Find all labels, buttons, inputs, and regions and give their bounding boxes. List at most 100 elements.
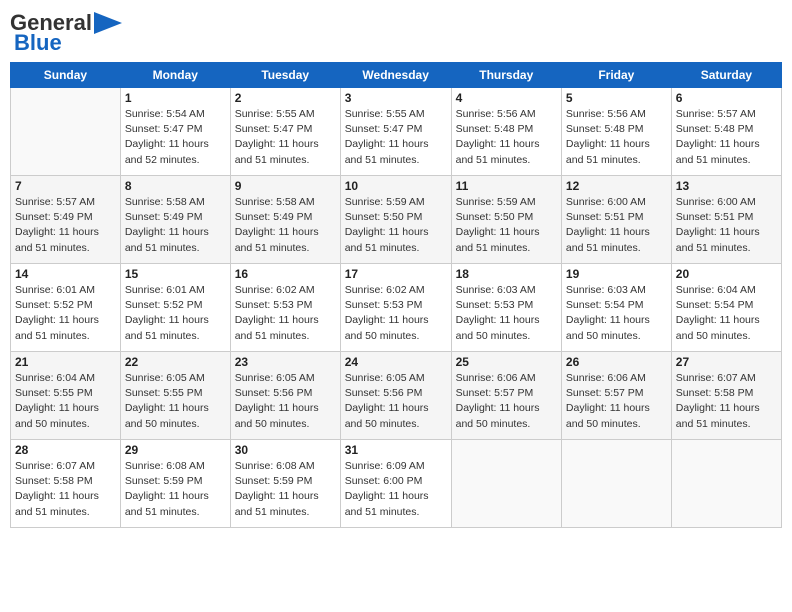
day-number: 5 (566, 91, 667, 105)
calendar-day-cell (671, 440, 781, 528)
logo-arrow-icon (94, 12, 122, 34)
day-info: Sunrise: 5:58 AM Sunset: 5:49 PM Dayligh… (125, 195, 226, 256)
day-info: Sunrise: 5:58 AM Sunset: 5:49 PM Dayligh… (235, 195, 336, 256)
day-info: Sunrise: 5:55 AM Sunset: 5:47 PM Dayligh… (345, 107, 447, 168)
calendar-day-cell: 24 Sunrise: 6:05 AM Sunset: 5:56 PM Dayli… (340, 352, 451, 440)
day-number: 3 (345, 91, 447, 105)
day-number: 11 (456, 179, 557, 193)
calendar-header-saturday: Saturday (671, 63, 781, 88)
calendar-day-cell: 20 Sunrise: 6:04 AM Sunset: 5:54 PM Dayli… (671, 264, 781, 352)
day-number: 25 (456, 355, 557, 369)
calendar-week-row: 1Sunrise: 5:54 AM Sunset: 5:47 PM Daylig… (11, 88, 782, 176)
day-info: Sunrise: 6:03 AM Sunset: 5:53 PM Dayligh… (456, 283, 557, 344)
calendar-day-cell: 21Sunrise: 6:04 AM Sunset: 5:55 PM Dayli… (11, 352, 121, 440)
day-info: Sunrise: 6:05 AM Sunset: 5:55 PM Dayligh… (125, 371, 226, 432)
calendar-day-cell: 2Sunrise: 5:55 AM Sunset: 5:47 PM Daylig… (230, 88, 340, 176)
calendar-day-cell: 22 Sunrise: 6:05 AM Sunset: 5:55 PM Dayli… (120, 352, 230, 440)
day-info: Sunrise: 6:03 AM Sunset: 5:54 PM Dayligh… (566, 283, 667, 344)
calendar-day-cell: 4 Sunrise: 5:56 AM Sunset: 5:48 PM Daylig… (451, 88, 561, 176)
calendar-week-row: 21Sunrise: 6:04 AM Sunset: 5:55 PM Dayli… (11, 352, 782, 440)
calendar-day-cell: 11 Sunrise: 5:59 AM Sunset: 5:50 PM Dayli… (451, 176, 561, 264)
day-number: 18 (456, 267, 557, 281)
day-number: 16 (235, 267, 336, 281)
calendar-day-cell: 1Sunrise: 5:54 AM Sunset: 5:47 PM Daylig… (120, 88, 230, 176)
day-number: 21 (15, 355, 116, 369)
calendar-day-cell: 8 Sunrise: 5:58 AM Sunset: 5:49 PM Daylig… (120, 176, 230, 264)
day-number: 13 (676, 179, 777, 193)
day-info: Sunrise: 6:06 AM Sunset: 5:57 PM Dayligh… (456, 371, 557, 432)
calendar-day-cell: 23 Sunrise: 6:05 AM Sunset: 5:56 PM Dayli… (230, 352, 340, 440)
day-number: 27 (676, 355, 777, 369)
calendar-day-cell: 6 Sunrise: 5:57 AM Sunset: 5:48 PM Daylig… (671, 88, 781, 176)
day-number: 6 (676, 91, 777, 105)
day-info: Sunrise: 6:07 AM Sunset: 5:58 PM Dayligh… (676, 371, 777, 432)
calendar-header-row: SundayMondayTuesdayWednesdayThursdayFrid… (11, 63, 782, 88)
calendar-day-cell: 9 Sunrise: 5:58 AM Sunset: 5:49 PM Daylig… (230, 176, 340, 264)
calendar-day-cell: 17 Sunrise: 6:02 AM Sunset: 5:53 PM Dayli… (340, 264, 451, 352)
day-number: 10 (345, 179, 447, 193)
day-number: 4 (456, 91, 557, 105)
day-info: Sunrise: 5:59 AM Sunset: 5:50 PM Dayligh… (345, 195, 447, 256)
calendar-day-cell: 14 Sunrise: 6:01 AM Sunset: 5:52 PM Dayli… (11, 264, 121, 352)
calendar-day-cell: 13Sunrise: 6:00 AM Sunset: 5:51 PM Dayli… (671, 176, 781, 264)
day-number: 17 (345, 267, 447, 281)
day-number: 23 (235, 355, 336, 369)
calendar-day-cell: 28 Sunrise: 6:07 AM Sunset: 5:58 PM Dayli… (11, 440, 121, 528)
day-info: Sunrise: 6:01 AM Sunset: 5:52 PM Dayligh… (15, 283, 116, 344)
day-number: 29 (125, 443, 226, 457)
day-info: Sunrise: 6:01 AM Sunset: 5:52 PM Dayligh… (125, 283, 226, 344)
day-info: Sunrise: 6:07 AM Sunset: 5:58 PM Dayligh… (15, 459, 116, 520)
day-info: Sunrise: 6:05 AM Sunset: 5:56 PM Dayligh… (235, 371, 336, 432)
day-number: 24 (345, 355, 447, 369)
calendar-header-sunday: Sunday (11, 63, 121, 88)
calendar-day-cell: 25 Sunrise: 6:06 AM Sunset: 5:57 PM Dayli… (451, 352, 561, 440)
calendar-day-cell: 19 Sunrise: 6:03 AM Sunset: 5:54 PM Dayli… (561, 264, 671, 352)
day-number: 7 (15, 179, 116, 193)
logo: General Blue (10, 10, 122, 56)
day-number: 14 (15, 267, 116, 281)
calendar-day-cell: 10 Sunrise: 5:59 AM Sunset: 5:50 PM Dayli… (340, 176, 451, 264)
day-number: 15 (125, 267, 226, 281)
calendar-day-cell (561, 440, 671, 528)
calendar-body: 1Sunrise: 5:54 AM Sunset: 5:47 PM Daylig… (11, 88, 782, 528)
day-info: Sunrise: 5:57 AM Sunset: 5:48 PM Dayligh… (676, 107, 777, 168)
calendar-week-row: 28 Sunrise: 6:07 AM Sunset: 5:58 PM Dayli… (11, 440, 782, 528)
calendar-day-cell: 3 Sunrise: 5:55 AM Sunset: 5:47 PM Daylig… (340, 88, 451, 176)
day-number: 26 (566, 355, 667, 369)
calendar-day-cell: 26Sunrise: 6:06 AM Sunset: 5:57 PM Dayli… (561, 352, 671, 440)
day-info: Sunrise: 6:00 AM Sunset: 5:51 PM Dayligh… (566, 195, 667, 256)
day-info: Sunrise: 6:05 AM Sunset: 5:56 PM Dayligh… (345, 371, 447, 432)
calendar-day-cell (11, 88, 121, 176)
day-number: 28 (15, 443, 116, 457)
calendar-header-monday: Monday (120, 63, 230, 88)
calendar-day-cell: 12Sunrise: 6:00 AM Sunset: 5:51 PM Dayli… (561, 176, 671, 264)
logo-blue: Blue (14, 30, 62, 56)
day-info: Sunrise: 5:56 AM Sunset: 5:48 PM Dayligh… (566, 107, 667, 168)
day-number: 20 (676, 267, 777, 281)
day-number: 8 (125, 179, 226, 193)
calendar-day-cell: 27 Sunrise: 6:07 AM Sunset: 5:58 PM Dayli… (671, 352, 781, 440)
calendar-table: SundayMondayTuesdayWednesdayThursdayFrid… (10, 62, 782, 528)
calendar-week-row: 14 Sunrise: 6:01 AM Sunset: 5:52 PM Dayli… (11, 264, 782, 352)
calendar-day-cell: 7Sunrise: 5:57 AM Sunset: 5:49 PM Daylig… (11, 176, 121, 264)
calendar-header-thursday: Thursday (451, 63, 561, 88)
day-number: 30 (235, 443, 336, 457)
day-info: Sunrise: 5:56 AM Sunset: 5:48 PM Dayligh… (456, 107, 557, 168)
calendar-day-cell: 18 Sunrise: 6:03 AM Sunset: 5:53 PM Dayli… (451, 264, 561, 352)
day-info: Sunrise: 6:02 AM Sunset: 5:53 PM Dayligh… (235, 283, 336, 344)
day-info: Sunrise: 6:08 AM Sunset: 5:59 PM Dayligh… (125, 459, 226, 520)
calendar-day-cell: 31Sunrise: 6:09 AM Sunset: 6:00 PM Dayli… (340, 440, 451, 528)
calendar-day-cell: 30Sunrise: 6:08 AM Sunset: 5:59 PM Dayli… (230, 440, 340, 528)
day-info: Sunrise: 6:02 AM Sunset: 5:53 PM Dayligh… (345, 283, 447, 344)
calendar-day-cell: 16 Sunrise: 6:02 AM Sunset: 5:53 PM Dayli… (230, 264, 340, 352)
day-info: Sunrise: 5:59 AM Sunset: 5:50 PM Dayligh… (456, 195, 557, 256)
calendar-header-friday: Friday (561, 63, 671, 88)
day-number: 9 (235, 179, 336, 193)
day-number: 22 (125, 355, 226, 369)
calendar-week-row: 7Sunrise: 5:57 AM Sunset: 5:49 PM Daylig… (11, 176, 782, 264)
day-number: 19 (566, 267, 667, 281)
calendar-header-tuesday: Tuesday (230, 63, 340, 88)
day-number: 2 (235, 91, 336, 105)
page-header: General Blue (10, 10, 782, 56)
day-info: Sunrise: 6:04 AM Sunset: 5:54 PM Dayligh… (676, 283, 777, 344)
